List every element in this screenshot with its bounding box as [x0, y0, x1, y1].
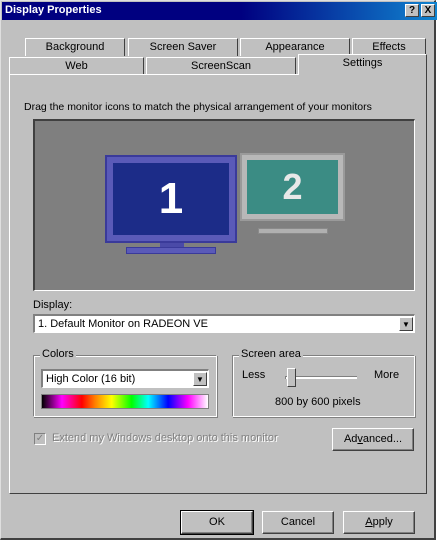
- apply-label-post: pply: [372, 516, 393, 528]
- resolution-slider-thumb[interactable]: [287, 368, 296, 387]
- color-palette-bar: [41, 394, 209, 409]
- tab-screenscan[interactable]: ScreenScan: [146, 57, 296, 75]
- display-label: Display:: [33, 299, 73, 311]
- extend-desktop-label: Extend my Windows desktop onto this moni…: [52, 432, 278, 444]
- monitor-1-icon[interactable]: 1: [105, 155, 237, 243]
- advanced-label-post: anced...: [362, 433, 403, 445]
- colors-dropdown[interactable]: High Color (16 bit) ▼: [41, 369, 209, 388]
- monitor-2-icon[interactable]: 2: [240, 153, 345, 221]
- colors-group-label: Colors: [40, 348, 76, 360]
- title-bar[interactable]: Display Properties ? X: [2, 2, 437, 20]
- display-dropdown-value: 1. Default Monitor on RADEON VE: [38, 318, 208, 330]
- monitor-2-stand: [258, 228, 328, 234]
- window-title: Display Properties: [5, 4, 102, 16]
- help-icon[interactable]: ?: [405, 4, 419, 17]
- ok-button[interactable]: OK: [180, 510, 254, 535]
- apply-label-underline: A: [365, 516, 373, 528]
- monitor-instructions: Drag the monitor icons to match the phys…: [24, 101, 372, 113]
- monitor-1-stand: [126, 247, 216, 254]
- slider-more-label: More: [374, 369, 400, 381]
- colors-dropdown-value: High Color (16 bit): [46, 373, 136, 385]
- screen-area-group-label: Screen area: [239, 348, 303, 360]
- slider-less-label: Less: [242, 369, 266, 381]
- chevron-down-icon[interactable]: ▼: [399, 317, 413, 331]
- display-dropdown[interactable]: 1. Default Monitor on RADEON VE ▼: [33, 314, 415, 333]
- monitor-1-label: 1: [113, 163, 229, 235]
- extend-desktop-checkbox[interactable]: ✓: [34, 433, 46, 445]
- tab-screen-saver[interactable]: Screen Saver: [128, 38, 238, 56]
- resolution-value: 800 by 600 pixels: [275, 396, 361, 408]
- tab-web[interactable]: Web: [9, 57, 144, 75]
- advanced-button[interactable]: Advanced...: [332, 428, 414, 451]
- check-icon: ✓: [35, 433, 45, 444]
- chevron-down-icon[interactable]: ▼: [193, 372, 207, 386]
- tab-background[interactable]: Background: [25, 38, 125, 56]
- close-icon[interactable]: X: [421, 4, 435, 17]
- advanced-label-pre: Ad: [343, 433, 358, 445]
- tab-settings[interactable]: Settings: [298, 54, 427, 75]
- monitor-2-label: 2: [247, 160, 338, 214]
- apply-button[interactable]: Apply: [343, 511, 415, 534]
- cancel-button[interactable]: Cancel: [262, 511, 334, 534]
